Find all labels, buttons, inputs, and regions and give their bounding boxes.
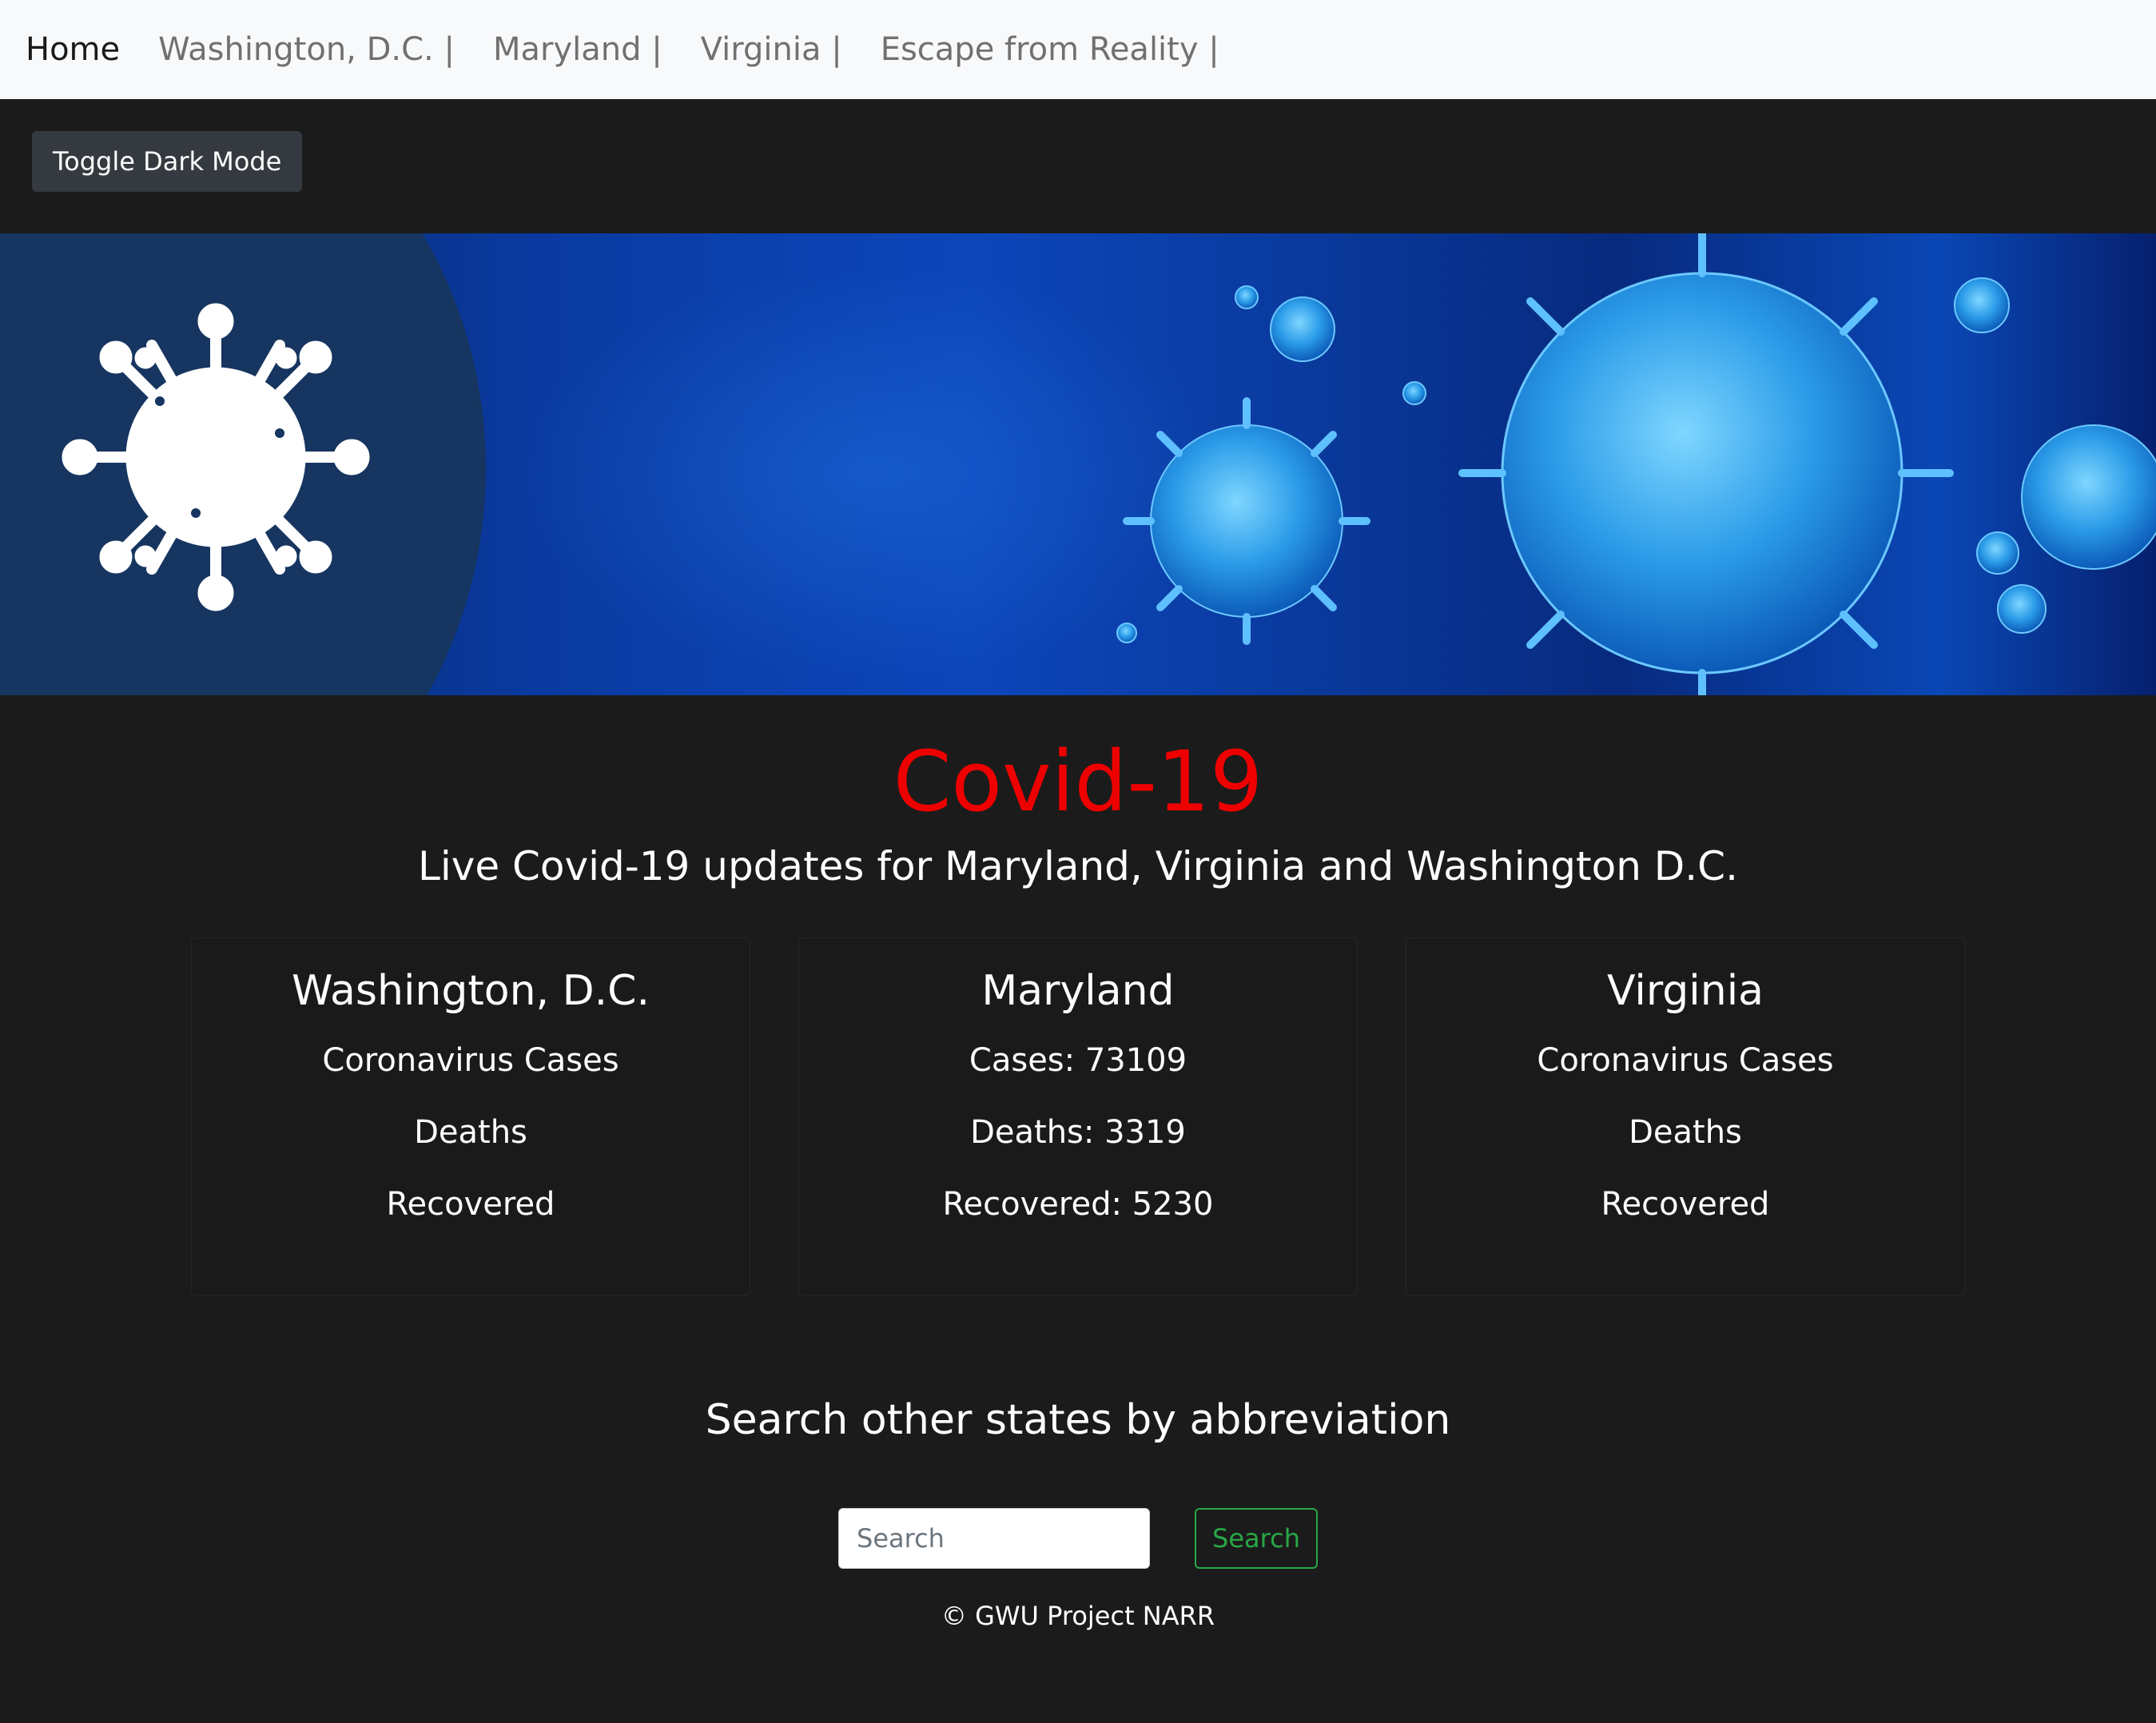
- page-subtitle: Live Covid-19 updates for Maryland, Virg…: [417, 842, 1738, 889]
- card-recovered: Recovered: 5230: [942, 1185, 1214, 1223]
- page-title: Covid-19: [893, 733, 1263, 830]
- card-cases: Cases: 73109: [969, 1041, 1187, 1079]
- nav-maryland[interactable]: Maryland |: [493, 31, 662, 68]
- card-deaths: Deaths: [414, 1113, 527, 1151]
- card-title: Virginia: [1606, 966, 1764, 1015]
- card-washington-dc: Washington, D.C. Coronavirus Cases Death…: [191, 937, 750, 1295]
- card-deaths: Deaths: 3319: [970, 1113, 1186, 1151]
- card-deaths: Deaths: [1629, 1113, 1742, 1151]
- card-recovered: Recovered: [386, 1185, 555, 1223]
- search-button[interactable]: Search: [1195, 1507, 1318, 1569]
- card-cases: Coronavirus Cases: [322, 1041, 619, 1079]
- card-virginia: Virginia Coronavirus Cases Deaths Recove…: [1406, 937, 1965, 1295]
- covid-banner: [0, 233, 2156, 695]
- toggle-dark-mode-button[interactable]: Toggle Dark Mode: [32, 131, 303, 192]
- nav-escape-from-reality[interactable]: Escape from Reality |: [881, 31, 1219, 68]
- card-cases: Coronavirus Cases: [1537, 1041, 1834, 1079]
- card-title: Washington, D.C.: [291, 966, 650, 1015]
- top-navbar: Home Washington, D.C. | Maryland | Virgi…: [0, 0, 2156, 99]
- search-heading: Search other states by abbreviation: [705, 1395, 1451, 1444]
- toolbar: Toggle Dark Mode: [0, 99, 2156, 233]
- search-input[interactable]: [838, 1507, 1150, 1569]
- nav-home[interactable]: Home: [26, 31, 120, 68]
- nav-washington-dc[interactable]: Washington, D.C. |: [158, 31, 455, 68]
- footer-copyright: © GWU Project NARR: [941, 1600, 1215, 1631]
- virus-icon: [62, 303, 370, 611]
- card-recovered: Recovered: [1601, 1185, 1770, 1223]
- stats-cards: Washington, D.C. Coronavirus Cases Death…: [0, 937, 2156, 1295]
- card-maryland: Maryland Cases: 73109 Deaths: 3319 Recov…: [798, 937, 1358, 1295]
- main-content: Covid-19 Live Covid-19 updates for Maryl…: [0, 695, 2156, 1631]
- card-title: Maryland: [981, 966, 1175, 1015]
- nav-virginia[interactable]: Virginia |: [701, 31, 842, 68]
- search-form: Search: [0, 1507, 2156, 1569]
